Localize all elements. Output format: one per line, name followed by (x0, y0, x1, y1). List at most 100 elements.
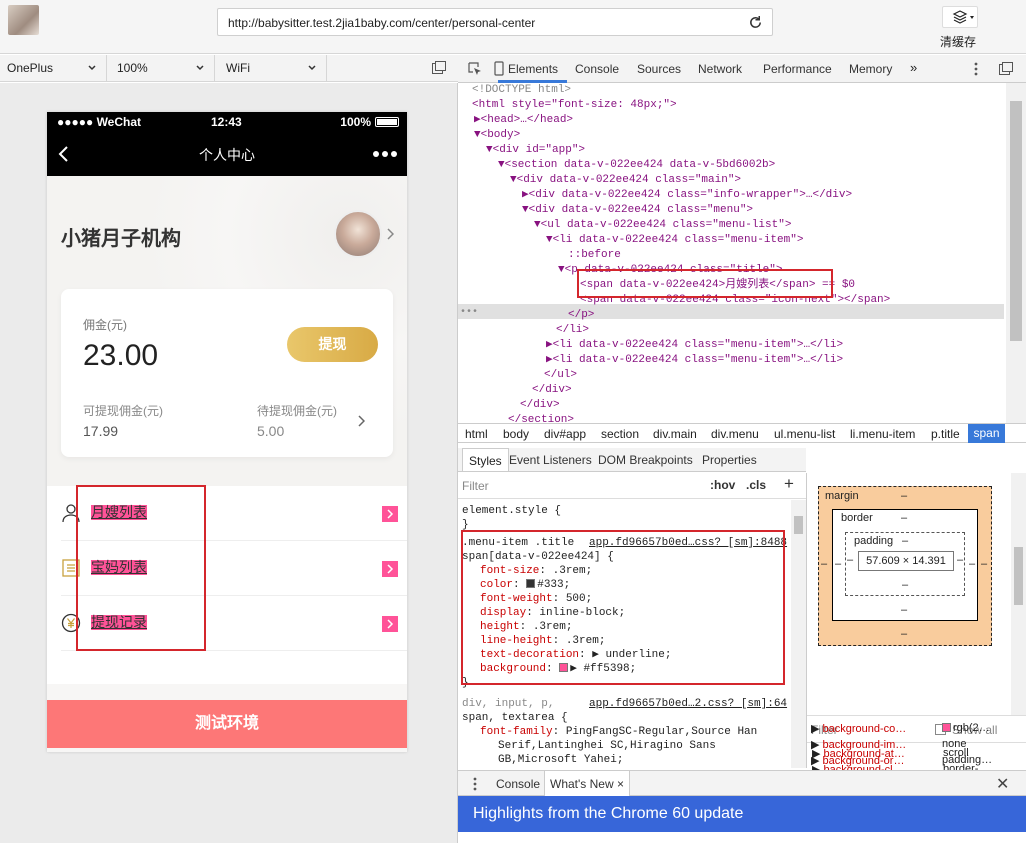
annotation-box (577, 269, 833, 298)
styles-filter-input[interactable]: Filter (462, 479, 489, 493)
chevron-right-icon[interactable] (357, 415, 365, 427)
css-property[interactable]: font-family: PingFangSC-Regular,Source H… (480, 725, 757, 739)
kebab-menu-icon[interactable] (974, 61, 978, 77)
css-prop-name: font-family (480, 726, 553, 738)
dom-node[interactable]: ▶<li data-v-022ee424 class="menu-item">…… (546, 353, 843, 368)
rule-selector[interactable]: div, input, p, (462, 697, 554, 711)
dom-node[interactable]: ::before (568, 248, 621, 263)
zoom-select[interactable]: 100% (107, 55, 215, 81)
border-top-value: – (901, 512, 908, 524)
crumb-div-app[interactable]: div#app (544, 427, 586, 441)
battery-icon (375, 117, 399, 127)
dom-node[interactable]: </ul> (544, 368, 577, 383)
dom-node[interactable]: ▶<li data-v-022ee424 class="menu-item">…… (546, 338, 843, 353)
dom-node[interactable]: </section> (508, 413, 574, 423)
device-select[interactable]: OnePlus (0, 55, 107, 81)
dom-node[interactable]: ▼<body> (474, 128, 520, 143)
url-text[interactable]: http://babysitter.test.2jia1baby.com/cen… (228, 16, 535, 30)
styles-scrollbar[interactable] (791, 500, 806, 768)
crumb-html[interactable]: html (465, 427, 488, 441)
rule-source-link[interactable]: app.fd96657b0ed…2.css? [sm]:64 (589, 697, 787, 711)
scrollbar-thumb[interactable] (1010, 101, 1022, 341)
class-toggle-button[interactable]: .cls (746, 478, 766, 492)
close-icon[interactable]: ✕ (996, 774, 1009, 794)
tab-sources[interactable]: Sources (637, 62, 681, 76)
border-left-value: – (835, 558, 842, 570)
tab-styles[interactable]: Styles (462, 448, 509, 471)
element-style-selector[interactable]: element.style { (462, 504, 561, 518)
computed-property[interactable]: ▶ background-or… padding… (811, 754, 992, 767)
tab-performance[interactable]: Performance (763, 62, 832, 76)
dock-icon[interactable] (432, 61, 446, 74)
dom-node[interactable]: ▼<li data-v-022ee424 class="menu-item"> (546, 233, 803, 248)
inspect-element-icon[interactable] (468, 62, 482, 76)
crumb-section[interactable]: section (601, 427, 639, 441)
add-rule-button[interactable]: + (784, 474, 794, 494)
clear-cache-label: 清缓存 (940, 35, 977, 49)
clear-cache-button[interactable]: 清缓存 (938, 3, 986, 49)
dom-node[interactable]: <html style="font-size: 48px;"> (472, 98, 677, 113)
drawer-tab-whats-new[interactable]: What's New × (544, 771, 630, 796)
dom-node[interactable]: </div> (520, 398, 560, 413)
tab-console[interactable]: Console (575, 62, 619, 76)
crumb-ul-menu-list[interactable]: ul.menu-list (774, 427, 835, 441)
computed-scrollbar[interactable] (1011, 473, 1026, 715)
reload-icon[interactable] (748, 15, 763, 30)
app-thumbnail[interactable] (8, 5, 39, 35)
commission-label: 佣金(元) (83, 318, 127, 332)
box-model-margin[interactable]: margin – – – – border – – – – padding – … (818, 486, 992, 646)
device-toggle-icon[interactable] (492, 61, 506, 76)
chevron-right-icon[interactable] (386, 228, 394, 240)
dock-icon[interactable] (999, 62, 1013, 75)
withdraw-button[interactable]: 提现 (287, 327, 378, 362)
devtools-tabbar: Elements Console Sources Network Perform… (458, 55, 1026, 83)
crumb-li-menu-item[interactable]: li.menu-item (850, 427, 915, 441)
dom-scrollbar[interactable] (1006, 83, 1026, 423)
tab-network[interactable]: Network (698, 62, 742, 76)
tab-elements[interactable]: Elements (508, 62, 558, 76)
more-tabs-button[interactable]: » (910, 60, 917, 75)
crumb-body[interactable]: body (503, 427, 529, 441)
close-tab-icon[interactable]: × (617, 777, 624, 791)
color-swatch[interactable] (942, 723, 951, 732)
crumb-div-main[interactable]: div.main (653, 427, 697, 441)
dom-node[interactable]: ▼<div data-v-022ee424 class="menu"> (522, 203, 753, 218)
drawer-tab-console[interactable]: Console (496, 777, 540, 791)
zoom-select-value: 100% (117, 61, 148, 75)
test-environment-bar[interactable]: 测试环境 (47, 700, 407, 748)
tab-dom-breakpoints[interactable]: DOM Breakpoints (598, 453, 693, 467)
network-select[interactable]: WiFi (215, 55, 327, 81)
dom-node[interactable]: ▼<div id="app"> (486, 143, 585, 158)
pending-commission-value: 5.00 (257, 423, 285, 439)
box-model-padding[interactable]: padding – – – – 57.609 × 14.391 (845, 532, 965, 596)
crumb-p-title[interactable]: p.title (931, 427, 960, 441)
padding-top-value: – (902, 535, 909, 547)
scrollbar-thumb[interactable] (794, 516, 803, 534)
tab-memory[interactable]: Memory (849, 62, 892, 76)
dom-node[interactable]: <!DOCTYPE html> (472, 83, 571, 98)
dom-node[interactable]: ▼<div data-v-022ee424 class="main"> (510, 173, 741, 188)
dom-node[interactable]: </p> (568, 308, 594, 323)
crumb-div-menu[interactable]: div.menu (711, 427, 759, 441)
dom-node[interactable]: ▶<head>…</head> (474, 113, 573, 128)
scrollbar-thumb[interactable] (1014, 547, 1023, 605)
tab-properties[interactable]: Properties (702, 453, 757, 467)
dom-node[interactable]: ▼<ul data-v-022ee424 class="menu-list"> (534, 218, 791, 233)
highlights-banner[interactable]: Highlights from the Chrome 60 update (458, 796, 1026, 832)
avatar[interactable] (334, 210, 382, 258)
kebab-menu-icon[interactable] (473, 776, 477, 792)
box-model-content[interactable]: 57.609 × 14.391 (858, 551, 954, 571)
computed-property[interactable]: ▶ background-co… rgb(2… (811, 722, 990, 735)
box-model-border[interactable]: border – – – – padding – – – – 57.609 × … (832, 509, 978, 621)
rule-selector[interactable]: span, textarea { (462, 711, 568, 725)
dom-node[interactable]: </div> (532, 383, 572, 398)
dom-node[interactable]: ▶<div data-v-022ee424 class="info-wrappe… (522, 188, 852, 203)
dom-node[interactable]: </li> (556, 323, 589, 338)
url-bar[interactable]: http://babysitter.test.2jia1baby.com/cen… (217, 8, 773, 36)
hover-state-button[interactable]: :hov (710, 478, 735, 492)
computed-property[interactable]: ▶ background-im… none (811, 738, 966, 751)
tab-event-listeners[interactable]: Event Listeners (509, 453, 592, 467)
more-dots-icon[interactable] (373, 151, 397, 157)
crumb-span[interactable]: span (968, 424, 1005, 443)
dom-node[interactable]: ▼<section data-v-022ee424 data-v-5bd6002… (498, 158, 775, 173)
